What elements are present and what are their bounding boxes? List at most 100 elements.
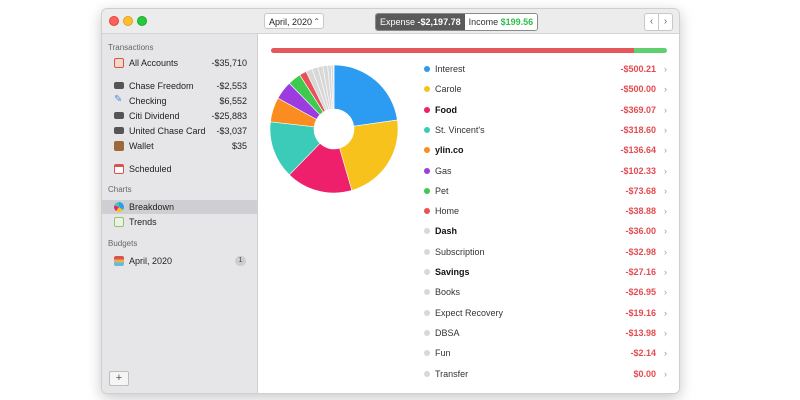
category-color-dot — [424, 248, 430, 255]
chevron-right-icon[interactable]: › — [658, 14, 672, 30]
expense-income-bar — [271, 48, 667, 53]
sidebar-item-breakdown[interactable]: Breakdown — [102, 200, 257, 214]
category-color-dot — [424, 370, 430, 377]
sidebar-item-scheduled[interactable]: Scheduled — [102, 162, 257, 176]
sidebar-section-transactions: Transactions — [108, 43, 154, 52]
category-color-dot — [424, 66, 430, 72]
line-chart-icon — [114, 217, 124, 227]
add-button[interactable]: + — [109, 371, 129, 386]
expense-income-toggle[interactable]: Expense -$2,197.78 Income $199.56 — [375, 13, 539, 31]
chevron-right-icon[interactable]: › — [664, 142, 667, 158]
chevron-right-icon[interactable]: › — [664, 284, 667, 300]
category-color-dot — [424, 269, 430, 275]
sidebar-section-charts: Charts — [108, 185, 132, 194]
chevron-right-icon[interactable]: › — [664, 203, 667, 219]
sidebar-item-citi-dividend[interactable]: Citi Dividend -$25,883 — [102, 109, 257, 123]
category-amount: -$38.88 — [625, 206, 656, 217]
category-name: Carole — [435, 84, 462, 95]
sidebar-item-united-chase-card[interactable]: United Chase Card -$3,037 — [102, 124, 257, 138]
title-bar: April, 2020 ⌃ Expense -$2,197.78 Income … — [102, 9, 679, 34]
category-amount: -$73.68 — [625, 185, 656, 196]
sidebar-item-checking[interactable]: ✎ Checking $6,552 — [102, 94, 257, 108]
category-row[interactable]: Gas -$102.33 › — [418, 163, 668, 179]
income-segment[interactable]: Income $199.56 — [464, 14, 538, 30]
category-row[interactable]: DBSA -$13.98 › — [418, 325, 668, 341]
category-amount: -$13.98 — [625, 327, 656, 338]
category-color-dot — [424, 289, 430, 296]
sidebar-item-wallet[interactable]: Wallet $35 — [102, 139, 257, 153]
category-row[interactable]: Interest -$500.21 › — [418, 61, 668, 77]
chevron-right-icon[interactable]: › — [664, 183, 667, 199]
month-select[interactable]: April, 2020 ⌃ — [264, 13, 324, 29]
category-row[interactable]: Dash -$36.00 › — [418, 223, 668, 239]
budget-count-badge: 1 — [235, 256, 246, 266]
category-name: St. Vincent's — [435, 124, 485, 135]
sidebar-item-balance: $35 — [231, 141, 247, 151]
category-row[interactable]: Carole -$500.00 › — [418, 81, 668, 97]
category-amount: -$369.07 — [620, 104, 656, 115]
category-amount: -$19.16 — [625, 307, 656, 318]
category-color-dot — [424, 167, 430, 174]
chevron-right-icon[interactable]: › — [664, 325, 667, 341]
chevron-right-icon[interactable]: › — [664, 366, 667, 382]
category-color-dot — [424, 86, 430, 93]
category-name: Gas — [435, 165, 452, 176]
chevron-right-icon[interactable]: › — [664, 122, 667, 138]
expense-bar-fill — [271, 48, 635, 53]
chevron-right-icon[interactable]: › — [664, 264, 667, 280]
chevron-right-icon[interactable]: › — [664, 102, 667, 118]
category-color-dot — [424, 126, 430, 133]
category-row[interactable]: Subscription -$32.98 › — [418, 244, 668, 260]
chevron-right-icon[interactable]: › — [664, 81, 667, 97]
zoom-window-button[interactable] — [137, 16, 147, 26]
sidebar-item-balance: -$25,883 — [211, 111, 247, 121]
sidebar-item-label: Wallet — [129, 141, 154, 151]
category-amount: -$136.64 — [620, 145, 656, 156]
category-row[interactable]: Food -$369.07 › — [418, 102, 668, 118]
category-row[interactable]: St. Vincent's -$318.60 › — [418, 122, 668, 138]
chevron-left-icon[interactable]: ‹ — [645, 14, 658, 30]
budget-icon — [114, 256, 124, 266]
chevron-right-icon[interactable]: › — [664, 61, 667, 77]
category-amount: -$26.95 — [625, 287, 656, 298]
category-row[interactable]: Transfer $0.00 › — [418, 366, 668, 382]
credit-card-icon — [114, 82, 124, 89]
category-amount: -$500.00 — [620, 84, 656, 95]
pencil-icon: ✎ — [114, 94, 123, 105]
category-name: Home — [435, 206, 460, 217]
sidebar-item-balance: $6,552 — [219, 96, 247, 106]
close-window-button[interactable] — [109, 16, 119, 26]
donut-slice[interactable] — [333, 65, 398, 127]
breakdown-donut-chart[interactable] — [270, 65, 398, 193]
category-color-dot — [424, 106, 430, 113]
category-row[interactable]: ylin.co -$136.64 › — [418, 142, 668, 158]
sidebar-item-trends[interactable]: Trends — [102, 215, 257, 229]
chevron-right-icon[interactable]: › — [664, 305, 667, 321]
category-row[interactable]: Pet -$73.68 › — [418, 183, 668, 199]
sidebar-item-balance: -$35,710 — [211, 58, 247, 68]
category-name: Expect Recovery — [435, 307, 504, 318]
category-row[interactable]: Home -$38.88 › — [418, 203, 668, 219]
category-row[interactable]: Savings -$27.16 › — [418, 264, 668, 280]
sidebar-item-label: Checking — [129, 96, 167, 106]
minimize-window-button[interactable] — [123, 16, 133, 26]
inbox-icon — [114, 58, 124, 68]
chevron-right-icon[interactable]: › — [664, 244, 667, 260]
expense-segment[interactable]: Expense -$2,197.78 — [376, 14, 465, 30]
category-name: ylin.co — [435, 145, 464, 156]
chevron-right-icon[interactable]: › — [664, 345, 667, 361]
category-row[interactable]: Fun -$2.14 › — [418, 345, 668, 361]
chevron-right-icon[interactable]: › — [664, 223, 667, 239]
sidebar-item-label: Chase Freedom — [129, 81, 194, 91]
chevron-right-icon[interactable]: › — [664, 163, 667, 179]
sidebar-item-all-accounts[interactable]: All Accounts -$35,710 — [102, 56, 257, 70]
sidebar: Transactions All Accounts -$35,710 Chase… — [102, 34, 258, 393]
category-name: Savings — [435, 267, 470, 277]
expense-label: Expense — [380, 17, 416, 27]
category-color-dot — [424, 147, 430, 154]
sidebar-item-budget-april-2020[interactable]: April, 2020 1 — [102, 254, 257, 268]
category-row[interactable]: Books -$26.95 › — [418, 284, 668, 300]
category-row[interactable]: Expect Recovery -$19.16 › — [418, 305, 668, 321]
sidebar-item-chase-freedom[interactable]: Chase Freedom -$2,553 — [102, 79, 257, 93]
month-select-value: April, 2020 — [269, 17, 313, 27]
